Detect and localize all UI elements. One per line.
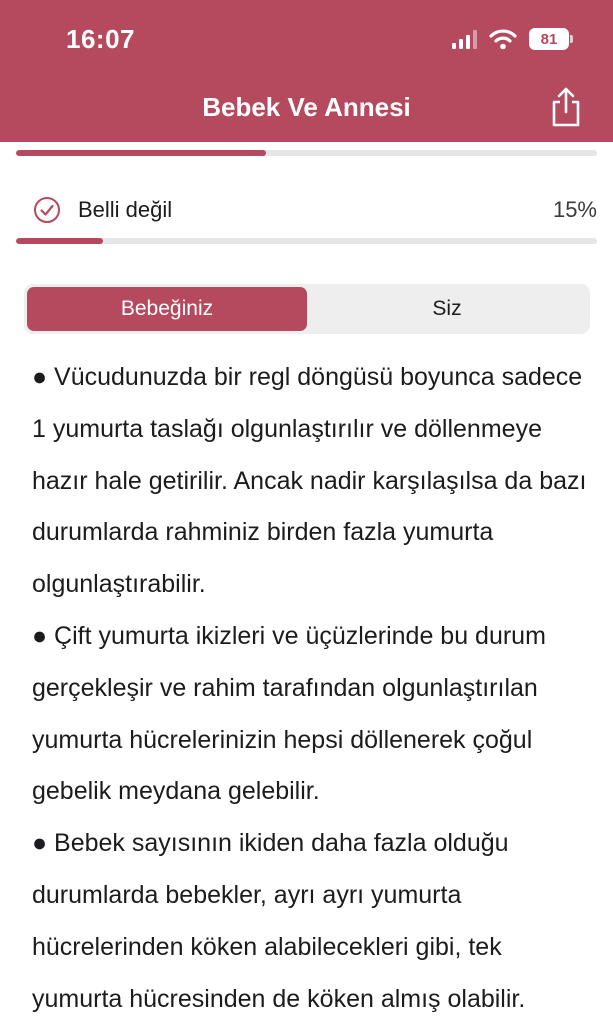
tab-bebeginiz[interactable]: Bebeğiniz xyxy=(27,287,307,331)
page-title: Bebek Ve Annesi xyxy=(202,92,411,122)
status-time: 16:07 xyxy=(66,24,135,54)
article-paragraph: ● Çift yumurta ikizleri ve üçüzlerinde b… xyxy=(32,621,546,806)
answer-percent: 15% xyxy=(552,197,597,222)
app-header: 16:07 81 Bebek Ve Annesi xyxy=(0,0,613,142)
article-paragraph: ● Vücudunuzda bir regl döngüsü boyunca s… xyxy=(32,363,587,599)
tab-siz[interactable]: Siz xyxy=(307,287,587,331)
status-icons: 81 xyxy=(452,28,573,50)
article-body: ● Vücudunuzda bir regl döngüsü boyunca s… xyxy=(32,352,592,1024)
question-progress-fill xyxy=(16,150,266,156)
wifi-icon xyxy=(489,29,517,50)
share-icon[interactable] xyxy=(549,86,583,128)
segmented-control: Bebeğiniz Siz xyxy=(24,284,590,334)
check-circle-icon xyxy=(34,197,60,223)
answer-option[interactable]: Belli değil 15% xyxy=(16,190,597,230)
cellular-signal-icon xyxy=(452,29,477,49)
question-progress-bar xyxy=(16,150,597,156)
battery-icon: 81 xyxy=(529,28,573,50)
answer-progress-fill xyxy=(16,238,104,244)
answer-label: Belli değil xyxy=(78,197,173,222)
battery-level: 81 xyxy=(540,30,558,48)
answer-progress-bar xyxy=(16,238,597,244)
article-paragraph: ● Bebek sayısının ikiden daha fazla oldu… xyxy=(32,829,526,1013)
